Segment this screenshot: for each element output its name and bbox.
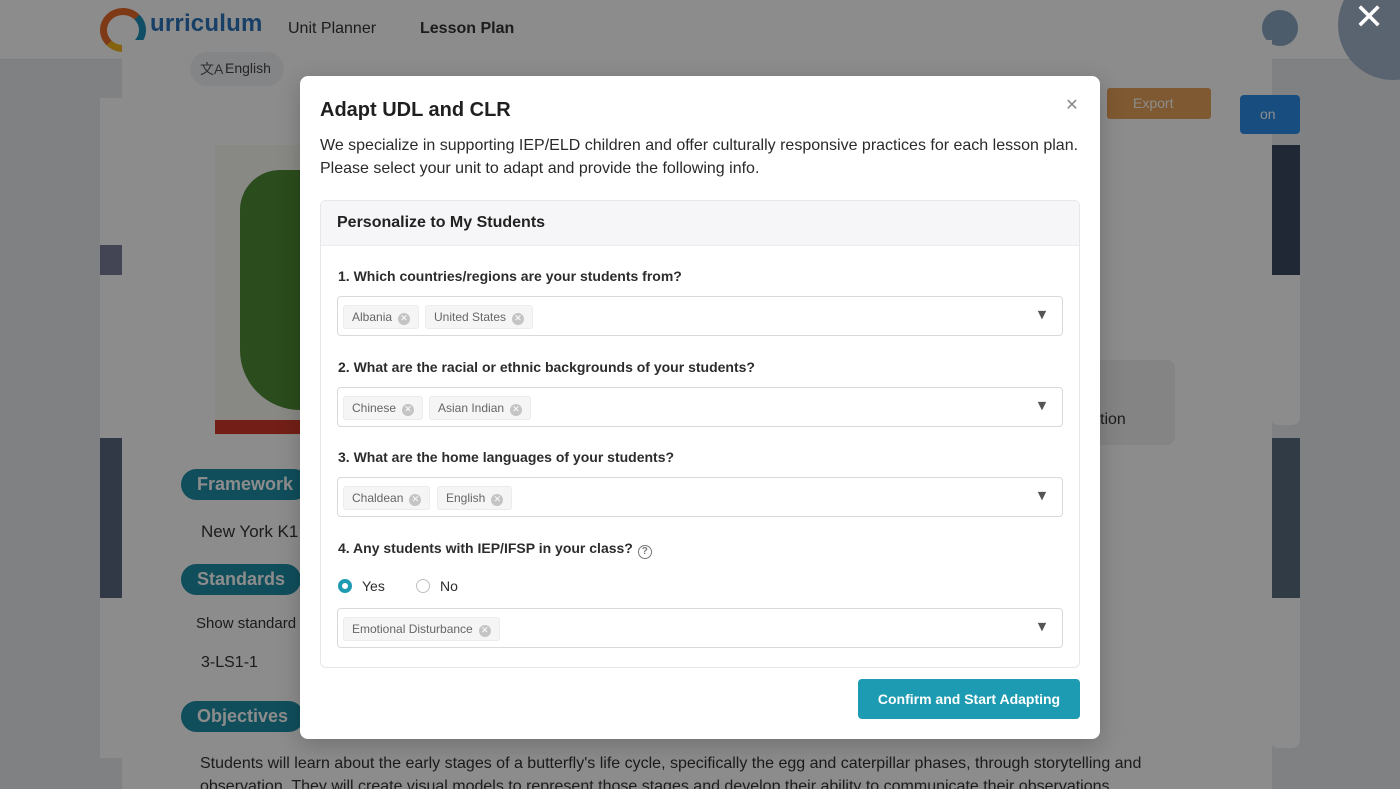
tag-chinese: Chinese ✕ [343,396,424,420]
panel-header: Personalize to My Students [321,201,1079,246]
tag-label: Chinese [352,401,397,415]
countries-select[interactable]: Albania ✕ United States ✕ ▼ [337,296,1063,336]
iep-type-select[interactable]: Emotional Disturbance ✕ ▼ [337,608,1063,648]
tag-emotional-disturbance: Emotional Disturbance ✕ [343,617,500,641]
dialog-description: We specialize in supporting IEP/ELD chil… [320,137,1079,177]
question-iep-label: 4. Any students with IEP/IFSP in your cl… [338,540,652,559]
personalize-panel: Personalize to My Students 1. Which coun… [320,200,1080,668]
tag-label: Asian Indian [438,401,505,415]
question-iep-text: 4. Any students with IEP/IFSP in your cl… [338,540,633,556]
question-countries-label: 1. Which countries/regions are your stud… [338,268,682,284]
chevron-down-icon: ▼ [1037,308,1047,321]
chevron-down-icon: ▼ [1037,620,1047,633]
tag-remove-icon[interactable]: ✕ [409,494,422,506]
tag-united-states: United States ✕ [425,305,534,329]
question-languages-label: 3. What are the home languages of your s… [338,449,675,465]
tag-label: English [446,491,486,505]
tag-albania: Albania ✕ [343,305,420,329]
tag-label: Emotional Disturbance [352,622,473,636]
ethnicity-select[interactable]: Chinese ✕ Asian Indian ✕ ▼ [337,387,1063,427]
tag-label: Chaldean [352,491,404,505]
radio-no[interactable] [416,579,430,593]
chevron-down-icon: ▼ [1037,489,1047,502]
tag-label: United States [434,310,507,324]
adapt-udl-clr-dialog: Adapt UDL and CLR ✕ We specialize in sup… [300,76,1100,739]
tag-remove-icon[interactable]: ✕ [510,404,523,416]
tag-remove-icon[interactable]: ✕ [402,404,415,416]
question-ethnicity-label: 2. What are the racial or ethnic backgro… [338,359,755,375]
close-icon: ✕ [1354,0,1385,38]
dialog-title: Adapt UDL and CLR [320,99,511,121]
tag-english: English ✕ [437,486,513,510]
radio-yes-label[interactable]: Yes [362,578,385,594]
tag-remove-icon[interactable]: ✕ [491,494,504,506]
tag-chaldean: Chaldean ✕ [343,486,431,510]
tag-remove-icon[interactable]: ✕ [512,313,525,325]
radio-no-label[interactable]: No [440,578,458,594]
tag-label: Albania [352,310,393,324]
languages-select[interactable]: Chaldean ✕ English ✕ ▼ [337,477,1063,517]
tag-remove-icon[interactable]: ✕ [398,313,411,325]
tag-asian-indian: Asian Indian ✕ [429,396,532,420]
panel-title: Personalize to My Students [337,214,546,231]
radio-yes[interactable] [338,579,352,593]
confirm-start-adapting-button[interactable]: Confirm and Start Adapting [858,679,1080,719]
close-icon[interactable]: ✕ [1062,94,1082,116]
chevron-down-icon: ▼ [1037,399,1047,412]
tag-remove-icon[interactable]: ✕ [478,625,491,637]
help-icon[interactable]: ? [637,545,652,559]
